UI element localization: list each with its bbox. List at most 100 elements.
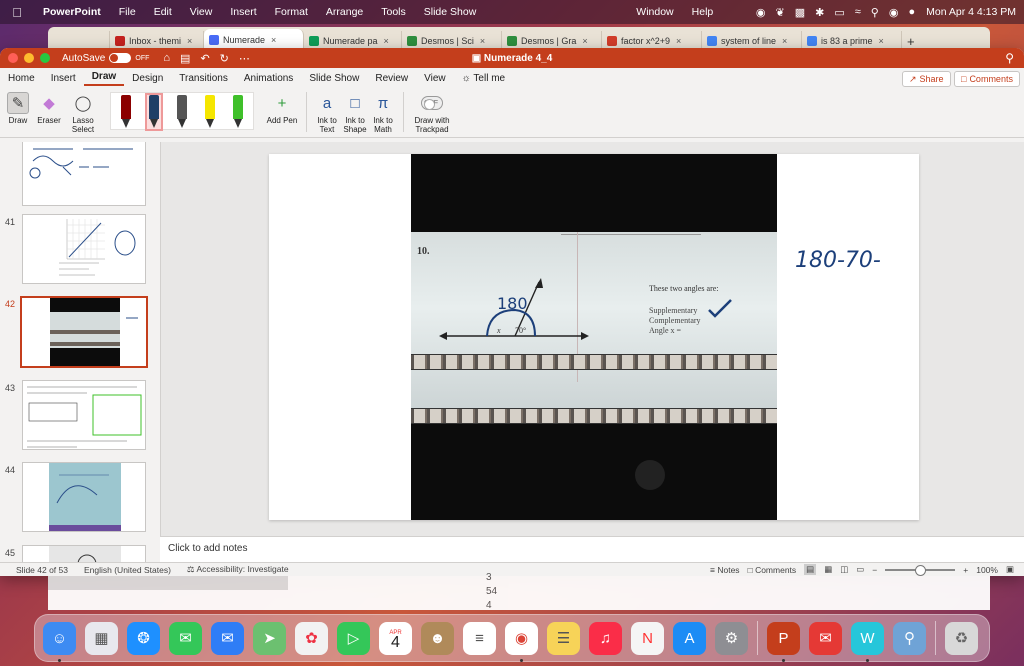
wifi-icon[interactable]: ≈ — [850, 6, 866, 18]
contacts-icon[interactable]: ☻ — [421, 621, 454, 655]
maps-icon[interactable]: ➤ — [253, 621, 286, 655]
menu-edit[interactable]: Edit — [145, 6, 181, 18]
bluetooth-icon[interactable]: ✱ — [810, 6, 829, 19]
music-icon[interactable]: ♫ — [589, 621, 622, 655]
notes-toggle[interactable]: ≡ Notes — [710, 565, 740, 575]
tab-slide-show[interactable]: Slide Show — [301, 73, 367, 84]
close-icon[interactable]: × — [582, 36, 587, 46]
add-pen-button[interactable]: + Add Pen — [264, 92, 300, 126]
tab-draw[interactable]: Draw — [83, 71, 125, 86]
finder-icon[interactable]: ☺ — [43, 621, 76, 662]
reading-view-icon[interactable]: ◫ — [840, 564, 848, 575]
menu-view[interactable]: View — [181, 6, 222, 18]
record-icon[interactable]: ◉ — [751, 6, 771, 19]
ink-to-text-button[interactable]: a Ink to Text — [313, 92, 341, 135]
autosave-switch[interactable] — [109, 53, 132, 63]
ink-to-shape-button[interactable]: □ Ink to Shape — [341, 92, 369, 135]
close-icon[interactable]: × — [676, 36, 681, 46]
thumbnail-44[interactable]: 44 — [0, 462, 160, 534]
slide-sorter-icon[interactable]: ▦ — [824, 564, 832, 575]
facetime-icon[interactable]: ▷ — [337, 621, 370, 655]
menu-format[interactable]: Format — [266, 6, 317, 18]
menu-tools[interactable]: Tools — [372, 6, 415, 18]
menu-window[interactable]: Window — [627, 6, 682, 18]
menu-file[interactable]: File — [110, 6, 145, 18]
zoom-in-button[interactable]: + — [963, 565, 968, 575]
screen-icon[interactable]: ▩ — [790, 6, 810, 19]
tab-review[interactable]: Review — [367, 73, 416, 84]
fit-slide-icon[interactable]: ▣ — [1006, 564, 1014, 575]
calendar-icon[interactable]: APR 4 — [379, 621, 412, 655]
close-window-button[interactable] — [8, 53, 18, 63]
tab-view[interactable]: View — [416, 73, 454, 84]
minimize-window-button[interactable] — [24, 53, 34, 63]
safari-icon[interactable]: ❂ — [127, 621, 160, 655]
menu-arrange[interactable]: Arrange — [317, 6, 372, 18]
slide-thumbnails[interactable]: 41 42 43 44 45 — [0, 142, 160, 562]
comments-toggle[interactable]: □ Comments — [748, 565, 797, 575]
tab-design[interactable]: Design — [124, 73, 171, 84]
thumbnail-45[interactable]: 45 — [0, 545, 160, 562]
close-icon[interactable]: × — [271, 35, 276, 45]
tab-animations[interactable]: Animations — [236, 73, 301, 84]
menu-help[interactable]: Help — [683, 6, 723, 18]
draw-tool-button[interactable]: ✎ Draw — [4, 92, 32, 125]
tab-transitions[interactable]: Transitions — [171, 73, 236, 84]
mail-icon[interactable]: ✉ — [211, 621, 244, 655]
search-icon[interactable]: ⚲ — [1005, 51, 1024, 65]
redo-icon[interactable]: ↻ — [220, 52, 229, 65]
close-icon[interactable]: × — [782, 36, 787, 46]
chrome-icon[interactable]: ◉ — [505, 621, 538, 662]
close-icon[interactable]: × — [384, 36, 389, 46]
more-icon[interactable]: ⋯ — [239, 52, 250, 65]
highlighter-yellow[interactable] — [203, 95, 217, 129]
normal-view-icon[interactable]: ▤ — [804, 564, 817, 575]
slide-canvas[interactable]: 10. 180 x 70° These two angles are: Supp… — [269, 154, 919, 520]
photos-icon[interactable]: ✿ — [295, 621, 328, 655]
draw-with-trackpad[interactable]: OFF Draw with Trackpad — [410, 92, 454, 134]
share-button[interactable]: ↗ Share — [902, 71, 951, 87]
close-icon[interactable]: × — [480, 36, 485, 46]
close-icon[interactable]: × — [187, 36, 192, 46]
pen-red[interactable] — [119, 95, 133, 129]
autosave-toggle[interactable]: AutoSave OFF — [62, 53, 149, 64]
thumbnail-41[interactable]: 41 — [0, 214, 160, 286]
undo-icon[interactable]: ↶ — [200, 52, 209, 65]
reminders-icon[interactable]: ≡ — [463, 621, 496, 655]
menu-app-name[interactable]: PowerPoint — [34, 6, 110, 18]
webex-icon[interactable]: W — [851, 621, 884, 662]
slideshow-view-icon[interactable]: ▭ — [856, 564, 864, 575]
menu-insert[interactable]: Insert — [221, 6, 265, 18]
thumbnail-43[interactable]: 43 — [0, 380, 160, 452]
thumbnail-40[interactable] — [0, 142, 160, 208]
battery-icon[interactable]: ▭ — [829, 6, 849, 19]
notes-pane[interactable]: Click to add notes — [160, 536, 1024, 562]
menu-clock[interactable]: Mon Apr 4 4:13 PM — [920, 6, 1016, 18]
trackpad-toggle[interactable]: OFF — [421, 96, 443, 110]
mail-alt-icon[interactable]: ✉ — [809, 621, 842, 655]
messages-icon[interactable]: ✉ — [169, 621, 202, 655]
tab-home[interactable]: Home — [0, 73, 43, 84]
language-status[interactable]: English (United States) — [76, 565, 179, 575]
ink-to-math-button[interactable]: π Ink to Math — [369, 92, 397, 135]
pen-dark-blue[interactable] — [145, 93, 163, 131]
control-center-icon[interactable]: ◉ — [884, 6, 904, 19]
comments-button[interactable]: □ Comments — [954, 71, 1020, 87]
app-store-icon[interactable]: A — [673, 621, 706, 655]
menu-slide-show[interactable]: Slide Show — [415, 6, 486, 18]
tell-me[interactable]: ☼ Tell me — [454, 73, 513, 84]
save-icon[interactable]: ▤ — [180, 52, 190, 65]
powerpoint-icon[interactable]: P — [767, 621, 800, 662]
launchpad-icon[interactable]: ▦ — [85, 621, 118, 655]
eraser-button[interactable]: ◆ Eraser — [32, 92, 66, 126]
close-icon[interactable]: × — [879, 36, 884, 46]
zoom-out-button[interactable]: − — [872, 565, 877, 575]
extension-icon[interactable]: ❦ — [770, 6, 789, 19]
highlighter-green[interactable] — [231, 95, 245, 129]
siri-icon[interactable]: ● — [903, 6, 920, 18]
apple-icon[interactable]:  — [0, 5, 34, 20]
zoom-window-button[interactable] — [40, 53, 50, 63]
accessibility-status[interactable]: ⚖ Accessibility: Investigate — [179, 564, 297, 575]
thumbnail-42-selected[interactable]: 42 — [0, 296, 160, 368]
preview-icon[interactable]: ⚲ — [893, 621, 926, 655]
